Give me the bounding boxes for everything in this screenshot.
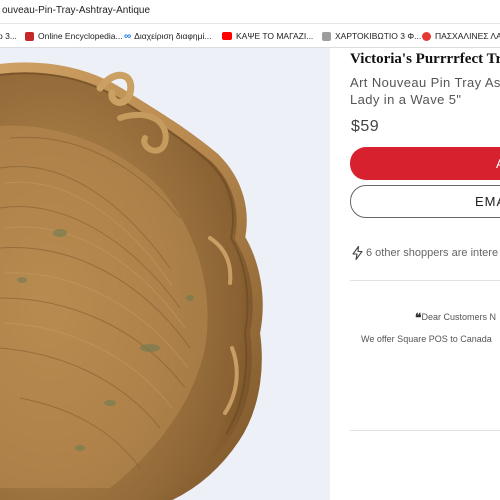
lightning-icon — [352, 246, 363, 260]
bookmark-item-cart[interactable]: ΧΑΡΤΟΚΙΒΩΤΙΟ 3 Φ... — [322, 30, 421, 42]
product-image[interactable] — [0, 48, 330, 500]
bookmark-item-ads[interactable]: ∞ Διαχείριση διαφημί... — [124, 30, 211, 42]
store-name[interactable]: Victoria's Purrrrfect Treasur — [350, 51, 500, 68]
bookmarks-bar: ο 3... Online Encyclopedia... ∞ Διαχείρι… — [0, 24, 500, 48]
shop-icon — [422, 31, 431, 41]
email-button[interactable]: EMA — [350, 185, 500, 218]
product-info-panel: Victoria's Purrrrfect Treasur Art Nouvea… — [330, 48, 500, 500]
url-text[interactable]: ouveau-Pin-Tray-Ashtray-Antique — [2, 5, 150, 16]
divider — [350, 430, 500, 431]
notice-body: We offer Square POS to Canada — [361, 334, 492, 344]
cart-icon — [322, 31, 331, 41]
product-title-line2: Lady in a Wave 5" — [350, 92, 462, 107]
product-title: Art Nouveau Pin Tray Ashtr Lady in a Wav… — [350, 74, 500, 108]
bookmark-item-shop[interactable]: ΠΑΣΧΑΛΙΝΕΣ ΛΑΜΠ — [422, 30, 500, 42]
bookmark-label: Online Encyclopedia... — [38, 31, 123, 41]
bookmark-label: ΠΑΣΧΑΛΙΝΕΣ ΛΑΜΠ — [435, 31, 500, 41]
add-to-cart-button[interactable]: A — [350, 147, 500, 180]
shoppers-notice: 6 other shoppers are intere — [352, 246, 498, 260]
youtube-icon — [222, 32, 232, 40]
shoppers-text: 6 other shoppers are intere — [366, 247, 499, 259]
bookmark-label: ο 3... — [0, 31, 17, 41]
address-bar[interactable]: ouveau-Pin-Tray-Ashtray-Antique — [0, 0, 500, 24]
product-title-line1: Art Nouveau Pin Tray Ashtr — [350, 75, 500, 90]
meta-icon: ∞ — [124, 30, 132, 42]
tray-illustration — [0, 62, 263, 500]
divider — [350, 280, 500, 281]
bookmark-item-encyclopedia[interactable]: Online Encyclopedia... — [25, 30, 123, 42]
notice-heading-text: Dear Customers N — [421, 312, 496, 322]
bookmark-item-youtube[interactable]: ΚΑΨΕ ΤΟ ΜΑΓΑΖΙ... — [222, 30, 313, 42]
notice-heading: ❝Dear Customers N — [415, 311, 496, 325]
encyclopedia-icon — [25, 31, 34, 41]
bookmark-label: Διαχείριση διαφημί... — [134, 31, 212, 41]
bookmark-label: ΚΑΨΕ ΤΟ ΜΑΓΑΖΙ... — [236, 31, 314, 41]
bookmark-label: ΧΑΡΤΟΚΙΒΩΤΙΟ 3 Φ... — [335, 31, 422, 41]
bookmark-item-partial[interactable]: ο 3... — [0, 30, 17, 42]
product-price: $59 — [351, 118, 380, 135]
